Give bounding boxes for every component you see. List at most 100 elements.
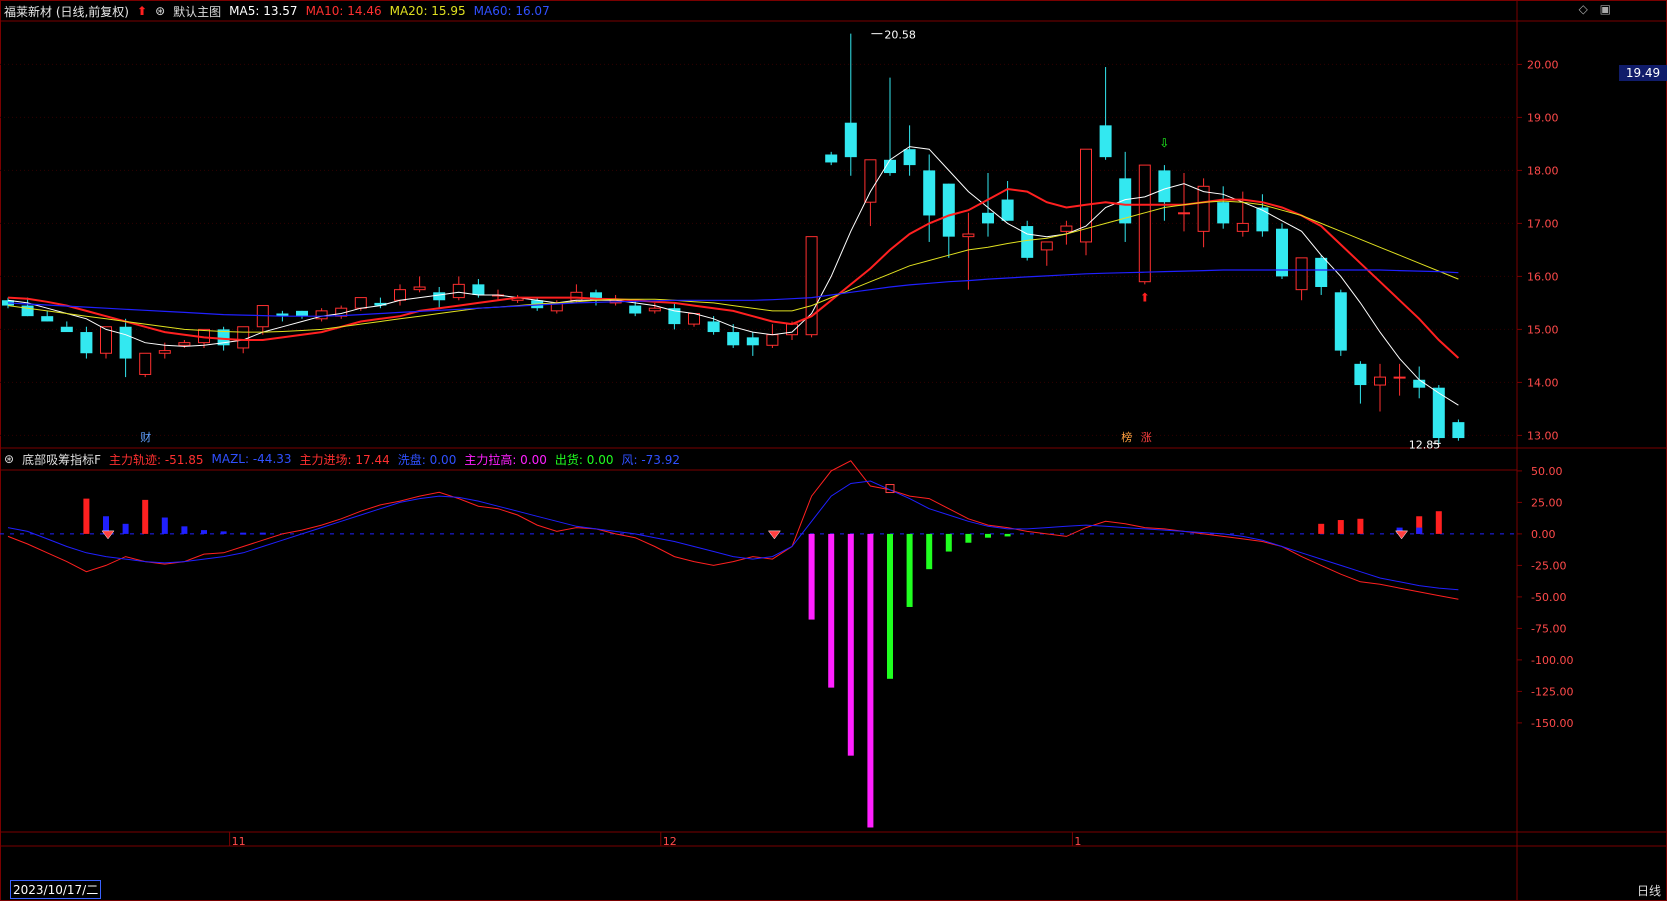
candle-body-up (1295, 257, 1308, 291)
indicator-bar (122, 523, 129, 534)
candle-body-down (1276, 228, 1288, 277)
ma-line-ma60 (7, 269, 1459, 317)
ma-line-ma20 (7, 200, 1459, 333)
candle (1236, 191, 1249, 237)
candle (119, 318, 132, 378)
candle-body-down (1413, 379, 1426, 388)
indicator-bar (181, 526, 188, 534)
indicator-panel[interactable] (0, 460, 1517, 828)
indicator-bar (259, 532, 266, 535)
price-tick-label: 18.00 (1527, 164, 1559, 177)
indicator-tick-label: 0.00 (1531, 528, 1556, 541)
mazl-label: MAZL: -44.33 (211, 452, 292, 466)
candle (413, 276, 426, 293)
indicator-tick-label: -25.00 (1531, 559, 1566, 572)
candle-body-up (158, 350, 171, 354)
candle (1080, 148, 1092, 256)
candle (942, 183, 955, 258)
price-tick-label: 19.00 (1527, 111, 1559, 124)
candle (1276, 223, 1288, 280)
ma5-label: MA5: 13.57 (229, 4, 298, 18)
candle-body-down (119, 326, 132, 359)
candle (1158, 165, 1171, 221)
indicator-line (7, 460, 1459, 600)
candle (21, 297, 34, 317)
candlestick-panel[interactable] (2, 33, 1465, 444)
indicator-tick-label: -75.00 (1531, 622, 1566, 635)
candle-body-down (982, 212, 994, 224)
candle (1374, 363, 1386, 412)
candle-body-up (766, 334, 779, 346)
candle (315, 308, 328, 322)
candle (296, 310, 308, 319)
candle (1432, 385, 1445, 444)
candle (433, 287, 446, 309)
diamond-icon (767, 530, 781, 540)
buy-arrow-icon: ⬆ (1140, 291, 1150, 305)
candle-body-up (688, 313, 700, 325)
candle-body-down (903, 149, 916, 166)
candle-body-up (1060, 225, 1073, 232)
finance-mark: 财 (140, 430, 151, 444)
candle-body-down (1315, 257, 1328, 287)
candle (844, 33, 857, 176)
price-tick-label: 14.00 (1527, 376, 1559, 389)
indicator-bar (220, 531, 227, 534)
candle (746, 332, 759, 356)
dropdown-circle-icon[interactable]: ⊛ (4, 452, 14, 466)
indicator-name[interactable]: 底部吸筹指标F (22, 451, 101, 468)
candle-body-down (707, 321, 720, 333)
candle (1452, 419, 1465, 441)
candle-body-down (41, 316, 54, 322)
candle (80, 326, 93, 359)
candle-body-down (1354, 363, 1367, 386)
candle-body-up (1374, 376, 1386, 386)
main-entry-label: 主力进场: 17.44 (299, 452, 390, 467)
candle-body-down (1334, 292, 1347, 351)
high-price-label: 20.58 (884, 29, 916, 42)
stock-title[interactable]: 福莱新材 (日线,前复权) (4, 3, 129, 20)
main-chart-label[interactable]: 默认主图 (173, 3, 221, 20)
indicator-line (7, 480, 1459, 591)
candle-body-up (354, 297, 367, 309)
candle-body-up (1178, 212, 1190, 215)
candle (1178, 173, 1190, 232)
price-tick-label: 20.00 (1527, 58, 1559, 71)
main-chart-header: 福莱新材 (日线,前复权) ⬆ ⊛ 默认主图 MA5: 13.57 MA10: … (0, 1, 1615, 21)
price-tick-label: 15.00 (1527, 323, 1559, 336)
indicator-bar (945, 533, 952, 552)
candle (1138, 164, 1151, 285)
indicator-tick-label: -100.00 (1531, 654, 1573, 667)
candle-body-down (472, 284, 485, 295)
candle-body-down (1001, 199, 1014, 221)
candle (1217, 186, 1230, 229)
diamond-icon[interactable]: ◇ (1579, 2, 1588, 16)
candle (1040, 241, 1053, 266)
candle-body-down (1158, 170, 1171, 203)
indicator-bar (83, 498, 90, 534)
candle-body-down (433, 292, 446, 301)
indicator-bar (201, 530, 207, 534)
dropdown-circle-icon[interactable]: ⊛ (155, 4, 165, 18)
candle (256, 305, 269, 335)
candle-body-up (413, 286, 426, 291)
ship-label: 出货: 0.00 (554, 452, 614, 467)
candle (1001, 181, 1014, 221)
candle (884, 77, 896, 176)
diamond-icon (101, 530, 115, 540)
indicator-bar (965, 533, 972, 543)
candle-body-up (237, 326, 250, 349)
ma20-label: MA20: 15.95 (389, 4, 466, 18)
wash-label: 洗盘: 0.00 (397, 452, 457, 467)
candle-body-down (1099, 125, 1112, 158)
diamond-icon (1395, 530, 1409, 540)
panel-toggle-icon[interactable]: ▣ (1600, 2, 1611, 16)
period-label[interactable]: 日线 (1637, 882, 1661, 899)
candle (1315, 255, 1328, 295)
candle-body-down (727, 332, 740, 346)
candle-body-up (178, 342, 191, 346)
current-price-tag: 19.49 (1619, 65, 1667, 81)
indicator-bar (985, 533, 991, 538)
indicator-bar (142, 499, 149, 534)
candle-body-up (1236, 222, 1249, 232)
